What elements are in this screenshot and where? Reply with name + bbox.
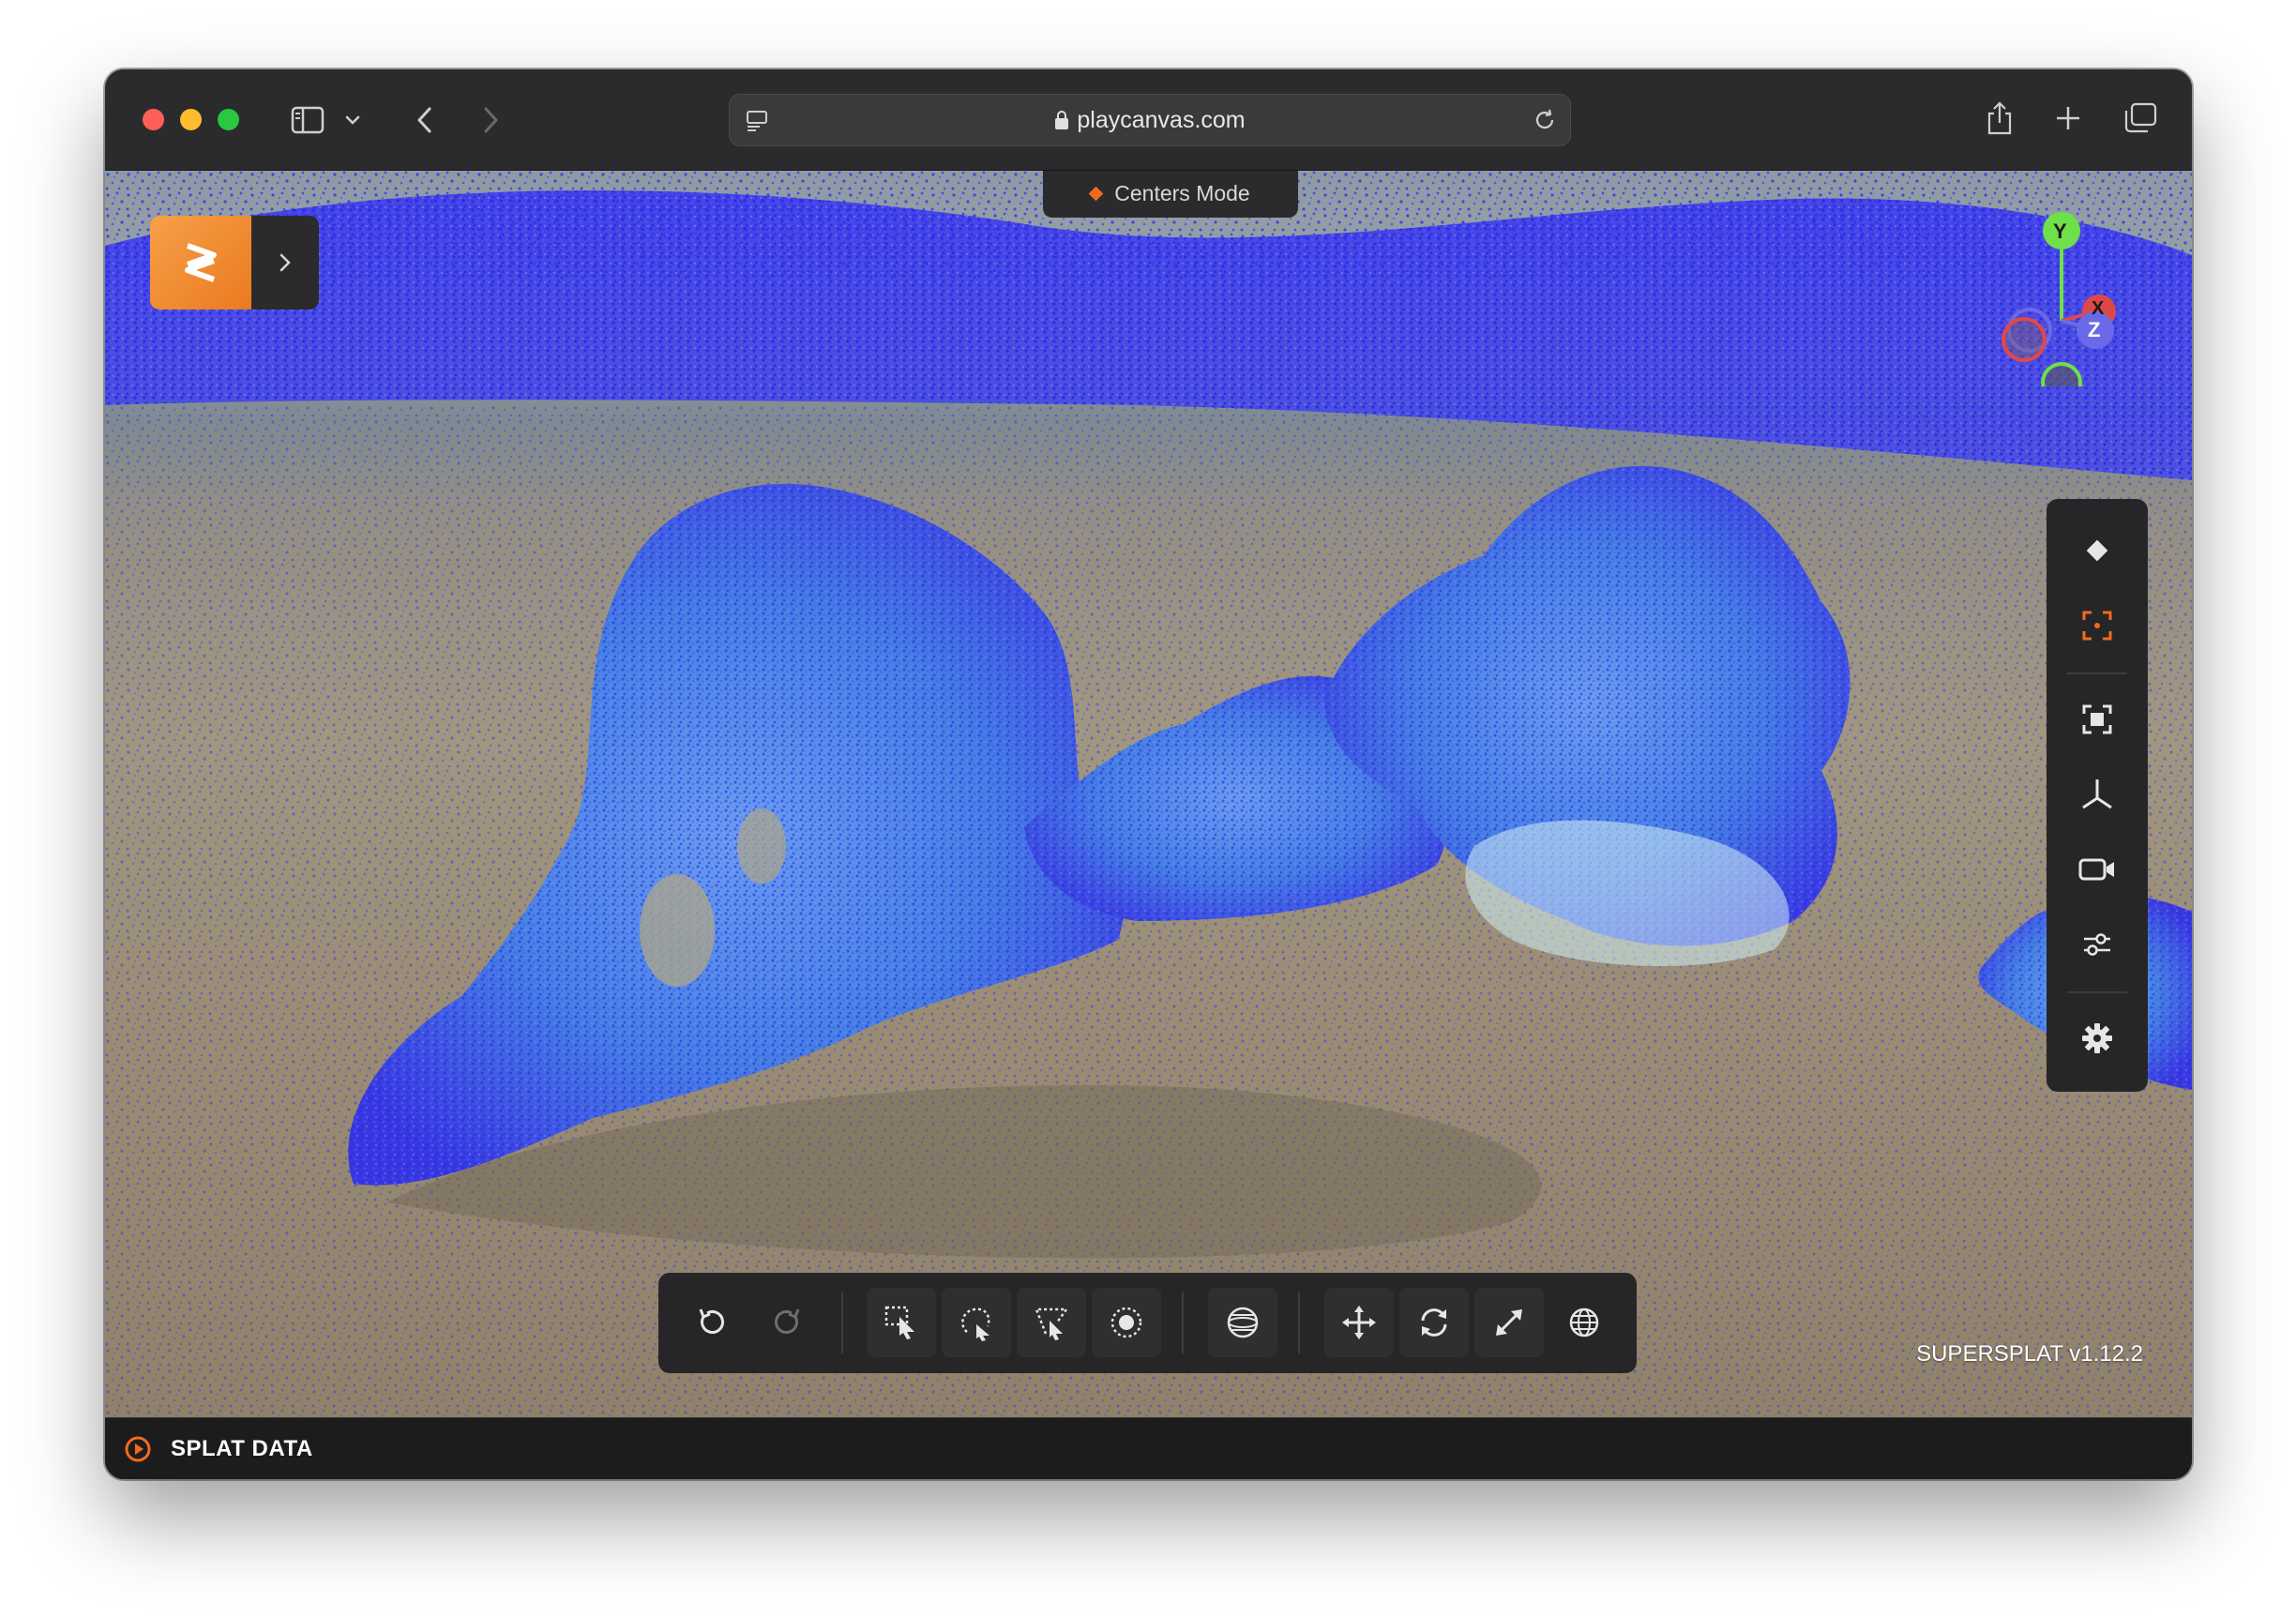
brush-select-icon[interactable]	[1092, 1288, 1161, 1357]
sphere-select-icon[interactable]	[1208, 1288, 1277, 1357]
axes-icon[interactable]	[2060, 762, 2135, 827]
lasso-select-icon[interactable]	[942, 1288, 1011, 1357]
scene-viewport[interactable]: Centers Mode Y X Z SUPERSPLAT v1.12.2	[105, 171, 2192, 1417]
url-label: playcanvas.com	[1077, 107, 1246, 133]
undo-icon[interactable]	[677, 1288, 747, 1357]
splat-data-panel[interactable]: SPLAT DATA	[105, 1417, 2192, 1479]
playcanvas-logo-icon[interactable]	[150, 216, 251, 310]
orientation-gizmo[interactable]: Y X Z	[1981, 199, 2145, 403]
zoom-window-button[interactable]	[218, 109, 239, 130]
reload-icon[interactable]	[1531, 106, 1559, 134]
minimize-window-button[interactable]	[180, 109, 202, 130]
new-tab-icon[interactable]	[2049, 99, 2087, 137]
expand-menu-icon[interactable]	[251, 216, 319, 310]
frame-selection-icon[interactable]	[2060, 687, 2135, 752]
polygon-select-icon[interactable]	[1017, 1288, 1086, 1357]
url-text: playcanvas.com	[730, 95, 1570, 145]
color-adjust-icon[interactable]	[2060, 912, 2135, 977]
expand-panel-icon[interactable]	[124, 1435, 152, 1468]
splat-scene[interactable]	[105, 171, 2192, 1417]
world-space-icon[interactable]	[1549, 1288, 1619, 1357]
tabs-overview-icon[interactable]	[2120, 99, 2161, 137]
neg-y-gizmo-icon[interactable]	[2041, 362, 2082, 403]
panel-title: SPLAT DATA	[171, 1436, 313, 1461]
gizmo-z-label: Z	[2088, 318, 2101, 341]
sidebar-icon[interactable]	[289, 101, 326, 139]
lock-icon	[1054, 98, 1069, 148]
right-toolbar	[2047, 499, 2148, 1092]
mode-label: Centers Mode	[1114, 181, 1250, 205]
camera-icon[interactable]	[2060, 837, 2135, 902]
neg-x-gizmo-icon[interactable]	[2001, 317, 2047, 362]
move-icon[interactable]	[1324, 1288, 1394, 1357]
address-bar[interactable]: playcanvas.com	[729, 94, 1571, 146]
share-icon[interactable]	[1981, 98, 2018, 139]
rect-select-icon[interactable]	[867, 1288, 936, 1357]
splat-mode-icon[interactable]	[2060, 518, 2135, 583]
app-version: SUPERSPLAT v1.12.2	[1916, 1341, 2143, 1367]
settings-icon[interactable]	[2060, 1005, 2135, 1071]
forward-icon[interactable]	[474, 101, 507, 139]
centers-mode-icon[interactable]	[2060, 593, 2135, 658]
app-menu[interactable]	[150, 216, 319, 310]
browser-titlebar: playcanvas.com	[105, 69, 2192, 171]
rotate-icon[interactable]	[1399, 1288, 1469, 1357]
bottom-toolbar	[658, 1273, 1637, 1373]
close-window-button[interactable]	[143, 109, 164, 130]
mode-indicator: Centers Mode	[1043, 171, 1298, 218]
redo-icon[interactable]	[752, 1288, 822, 1357]
chevron-down-icon[interactable]	[341, 107, 364, 133]
browser-window: playcanvas.com Centers Mode Y X Z SUPERS…	[105, 69, 2192, 1479]
gizmo-y-label: Y	[2053, 219, 2067, 243]
gizmo-x-label: X	[2092, 298, 2105, 319]
scale-icon[interactable]	[1474, 1288, 1544, 1357]
back-icon[interactable]	[408, 101, 442, 139]
mode-dot-icon	[1088, 186, 1104, 202]
